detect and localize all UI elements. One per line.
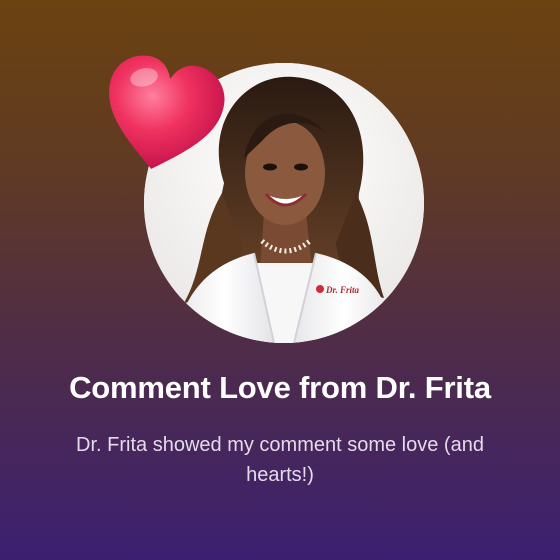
coat-logo-text: Dr. Frita [325, 285, 360, 295]
card-subtitle: Dr. Frita showed my comment some love (a… [76, 434, 484, 486]
card-title: Comment Love from Dr. Frita [69, 370, 491, 405]
comment-love-card: Dr. Frita Comment Love from Dr. Frita Dr… [0, 0, 560, 560]
heart-icon [96, 52, 228, 184]
